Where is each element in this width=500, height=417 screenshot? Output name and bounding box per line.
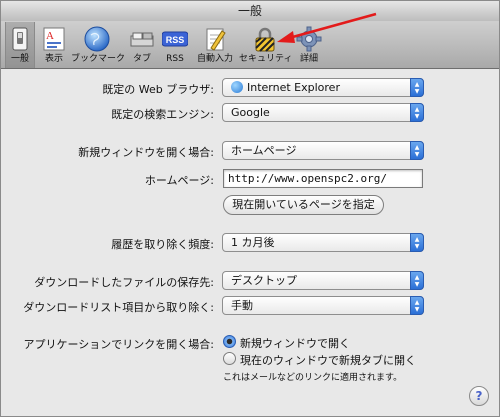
popup-arrows-icon: ▲ ▼ xyxy=(410,271,424,290)
open-links-label: アプリケーションでリンクを開く場合: xyxy=(23,338,215,351)
download-list-value: 手動 xyxy=(231,299,253,312)
default-search-popup[interactable]: Google ▲ ▼ xyxy=(222,103,424,122)
tab-rss-label: RSS xyxy=(166,54,184,64)
popup-arrows-icon: ▲ ▼ xyxy=(410,78,424,97)
globe-icon xyxy=(84,26,110,52)
preferences-toolbar: 一般 A 表示 ブックマーク タブ RSS RSS 自動入力 セキュリティ 詳細 xyxy=(1,12,499,69)
tab-bookmarks[interactable]: ブックマーク xyxy=(71,22,126,68)
history-value: 1 カ月後 xyxy=(231,236,275,249)
history-popup[interactable]: 1 カ月後 ▲ ▼ xyxy=(222,233,424,252)
download-list-popup[interactable]: 手動 ▲ ▼ xyxy=(222,296,424,315)
download-location-label: ダウンロードしたファイルの保存先: xyxy=(34,276,214,289)
font-icon: A xyxy=(43,27,65,51)
tab-general-label: 一般 xyxy=(10,54,29,64)
download-location-popup[interactable]: デスクトップ ▲ ▼ xyxy=(222,271,424,290)
general-preferences-pane: 既定の Web ブラウザ: Internet Explorer ▲ ▼ 既定の検索… xyxy=(1,70,499,416)
open-links-note: これはメールなどのリンクに適用されます。 xyxy=(223,373,403,383)
default-search-label: 既定の検索エンジン: xyxy=(111,108,214,121)
popup-arrows-icon: ▲ ▼ xyxy=(410,103,424,122)
popup-arrows-icon: ▲ ▼ xyxy=(410,141,424,160)
open-in-new-window-label: 新規ウィンドウで開く xyxy=(240,337,350,350)
default-browser-label: 既定の Web ブラウザ: xyxy=(102,83,214,96)
help-button[interactable]: ? xyxy=(469,386,489,406)
open-in-new-tab-radio[interactable] xyxy=(223,352,236,365)
default-browser-value: Internet Explorer xyxy=(247,81,340,94)
popup-arrows-icon: ▲ ▼ xyxy=(410,296,424,315)
window-title: 一般 xyxy=(1,1,499,21)
download-list-label: ダウンロードリスト項目から取り除く: xyxy=(23,301,214,314)
pencil-icon xyxy=(206,28,226,51)
default-browser-popup[interactable]: Internet Explorer ▲ ▼ xyxy=(222,78,424,97)
tab-appearance-label: 表示 xyxy=(44,54,63,64)
default-search-value: Google xyxy=(231,106,270,119)
new-window-value: ホームページ xyxy=(231,144,297,157)
history-label: 履歴を取り除く頻度: xyxy=(111,238,214,251)
svg-text:RSS: RSS xyxy=(166,35,185,45)
rss-icon: RSS xyxy=(162,31,188,47)
set-current-page-button[interactable]: 現在開いているページを指定 xyxy=(223,195,384,215)
open-in-new-tab-label: 現在のウィンドウで新規タブに開く xyxy=(240,354,416,367)
open-in-new-window-radio[interactable] xyxy=(223,335,236,348)
new-window-popup[interactable]: ホームページ ▲ ▼ xyxy=(222,141,424,160)
preferences-window: 一般 一般 A 表示 ブックマーク タブ RSS RSS 自動入力 セキュリティ… xyxy=(0,0,500,417)
tab-tabs-label: タブ xyxy=(132,54,151,64)
new-window-label: 新規ウィンドウを開く場合: xyxy=(78,146,214,159)
tab-rss[interactable]: RSS RSS xyxy=(159,22,191,68)
switch-icon xyxy=(12,27,28,51)
homepage-field[interactable]: http://www.openspc2.org/ xyxy=(223,169,423,188)
tab-bookmarks-label: ブックマーク xyxy=(71,54,126,64)
tab-autofill-label: 自動入力 xyxy=(196,54,233,64)
tab-appearance[interactable]: A 表示 xyxy=(37,22,71,68)
homepage-label: ホームページ: xyxy=(144,174,214,187)
popup-arrows-icon: ▲ ▼ xyxy=(410,233,424,252)
tab-advanced-label: 詳細 xyxy=(299,54,318,64)
internet-explorer-icon xyxy=(231,81,243,93)
annotation-arrow-icon xyxy=(277,12,377,43)
tab-security-label: セキュリティ xyxy=(239,54,293,64)
tab-autofill[interactable]: 自動入力 xyxy=(193,22,237,68)
tab-tabs[interactable]: タブ xyxy=(125,22,159,68)
tab-general[interactable]: 一般 xyxy=(5,22,35,68)
download-location-value: デスクトップ xyxy=(231,274,297,287)
tab-icon xyxy=(130,32,154,47)
svg-text:A: A xyxy=(46,30,54,42)
